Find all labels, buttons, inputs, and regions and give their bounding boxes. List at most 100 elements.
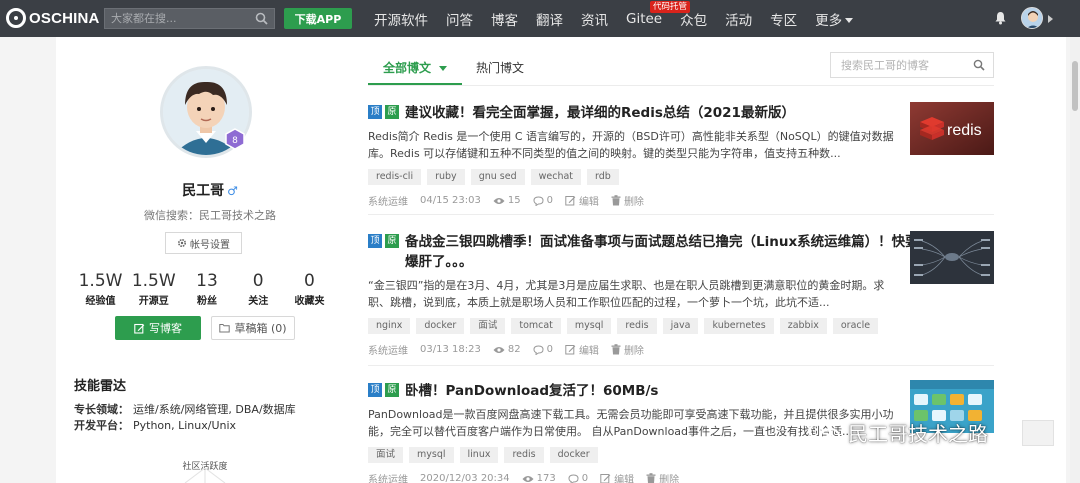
account-settings-label: 帐号设置 [190, 239, 230, 251]
post-comments: 0 [533, 195, 553, 206]
trash-icon [646, 473, 656, 483]
download-app-button[interactable]: 下载APP [284, 8, 352, 29]
expertise-label: 专长领域： [74, 403, 129, 416]
tab-hot-posts[interactable]: 热门博文 [476, 59, 524, 76]
mindmap-thumbnail-image [910, 231, 994, 284]
post-tag[interactable]: docker [416, 318, 465, 334]
post-title[interactable]: 建议收藏！看完全面掌握，最详细的Redis总结（2021最新版） [405, 103, 925, 123]
global-search-input[interactable] [105, 12, 253, 25]
edit-label: 编辑 [578, 197, 599, 208]
post-tag[interactable]: redis-cli [368, 169, 422, 185]
post-tag[interactable]: rdb [587, 169, 619, 185]
bell-icon[interactable] [994, 11, 1007, 25]
drafts-label: 草稿箱 (0) [234, 322, 287, 335]
post-tag[interactable]: kubernetes [704, 318, 774, 334]
post-tag[interactable]: linux [459, 447, 499, 463]
tab-all-posts[interactable]: 全部博文 [383, 59, 448, 76]
post-thumbnail[interactable]: redis [910, 102, 994, 155]
account-settings-button[interactable]: 帐号设置 [165, 232, 242, 254]
stat-followers[interactable]: 13 粉丝 [176, 272, 237, 307]
post-tag[interactable]: wechat [530, 169, 582, 185]
profile-name: 民工哥 ♂ [160, 180, 260, 200]
post-category[interactable]: 系统运维 [368, 342, 408, 357]
post-tag[interactable]: nginx [368, 318, 411, 334]
user-menu-caret-icon[interactable] [1048, 15, 1053, 23]
post-delete[interactable]: 删除 [611, 342, 644, 357]
page-scrollbar[interactable] [1070, 37, 1080, 483]
post-tag[interactable]: java [662, 318, 699, 334]
pinned-badge: 顶 [368, 105, 382, 119]
post-tag[interactable]: 面试 [470, 318, 506, 334]
nav-more[interactable]: 更多 [815, 9, 854, 29]
eye-icon [493, 346, 505, 353]
edit-label: 编辑 [614, 475, 635, 483]
blog-search [830, 52, 994, 78]
post-views-count: 173 [536, 473, 556, 483]
post-tag[interactable]: redis [504, 447, 544, 463]
post-edit[interactable]: 编辑 [565, 342, 599, 357]
post-tag[interactable]: ruby [427, 169, 465, 185]
stat-value: 0 [304, 271, 315, 291]
stat-beans[interactable]: 1.5W 开源豆 [131, 272, 176, 307]
post-summary: “金三银四”指的是在3月、4月，尤其是3月是应届生求职、也是在职人员跳槽到更满意… [368, 279, 885, 309]
pinned-badge: 顶 [368, 234, 382, 248]
blog-search-input[interactable] [831, 53, 961, 77]
radar-chart [184, 468, 226, 483]
stat-following[interactable]: 0 关注 [238, 272, 279, 307]
post-views: 15 [493, 195, 521, 206]
stat-favorites[interactable]: 0 收藏夹 [279, 272, 340, 307]
post-tag[interactable]: oracle [832, 318, 879, 334]
post-edit[interactable]: 编辑 [565, 193, 599, 208]
oschina-logo[interactable]: OSCHINA [6, 8, 100, 28]
post-tag[interactable]: tomcat [511, 318, 561, 334]
nav-translate[interactable]: 翻译 [536, 9, 563, 29]
nav-events[interactable]: 活动 [725, 9, 752, 29]
post-tag[interactable]: docker [549, 447, 598, 463]
post-title-row: 顶 原 备战金三银四跳槽季！面试准备事项与面试题总结已撸完（Linux系统运维篇… [368, 232, 994, 272]
post-delete[interactable]: 删除 [611, 193, 644, 208]
post-divider [368, 365, 994, 366]
nav-open-source[interactable]: 开源软件 [374, 9, 428, 29]
post-delete[interactable]: 删除 [646, 471, 679, 483]
scrollbar-thumb[interactable] [1072, 61, 1078, 111]
stat-experience[interactable]: 1.5W 经验值 [70, 272, 131, 307]
nav-blog[interactable]: 博客 [491, 9, 518, 29]
post-tag[interactable]: 面试 [368, 447, 404, 463]
post-tag[interactable]: zabbix [779, 318, 827, 334]
nav-zone[interactable]: 专区 [770, 9, 797, 29]
post-date: 2020/12/03 20:34 [420, 473, 510, 483]
post-category[interactable]: 系统运维 [368, 471, 408, 483]
nav-crowdsource[interactable]: 众包 [680, 9, 707, 29]
post-tag[interactable]: mysql [409, 447, 454, 463]
post-tag[interactable]: gnu sed [470, 169, 525, 185]
post-views-count: 82 [507, 344, 521, 355]
post-tag[interactable]: redis [617, 318, 657, 334]
watermark-box [1022, 420, 1054, 446]
nav-news[interactable]: 资讯 [581, 9, 608, 29]
platform-value: Python, Linux/Unix [133, 419, 237, 432]
post-title[interactable]: 卧槽！PanDownload复活了！60MB/s [405, 381, 925, 401]
drafts-button[interactable]: 草稿箱 (0) [211, 316, 295, 340]
edit-icon [600, 474, 611, 483]
stat-value: 0 [252, 271, 264, 291]
profile-stats: 1.5W 经验值 1.5W 开源豆 13 粉丝 0 关注 0 收藏夹 [70, 272, 340, 307]
post-edit[interactable]: 编辑 [600, 471, 634, 483]
tab-all-posts-label: 全部博文 [383, 61, 432, 75]
write-blog-button[interactable]: 写博客 [115, 316, 201, 340]
nav-qa[interactable]: 问答 [446, 9, 473, 29]
post-title[interactable]: 备战金三银四跳槽季！面试准备事项与面试题总结已撸完（Linux系统运维篇）！快要… [405, 232, 925, 272]
expertise-value: 运维/系统/网络管理, DBA/数据库 [133, 403, 296, 416]
level-badge-icon: 8 [225, 128, 245, 150]
search-icon[interactable] [973, 59, 985, 71]
skills-radar-title: 技能雷达 [74, 379, 127, 394]
delete-label: 删除 [659, 475, 680, 483]
post-category[interactable]: 系统运维 [368, 193, 408, 208]
user-avatar[interactable] [1021, 7, 1043, 29]
post-thumbnail[interactable] [910, 231, 994, 284]
post-tag[interactable]: mysql [566, 318, 612, 334]
search-icon[interactable] [255, 12, 268, 25]
nav-gitee[interactable]: Gitee 代码托管 [626, 0, 691, 27]
post-comments-count: 0 [546, 195, 553, 206]
folder-icon [219, 324, 231, 333]
watermark-text: 民工哥技术之路 [848, 422, 988, 446]
